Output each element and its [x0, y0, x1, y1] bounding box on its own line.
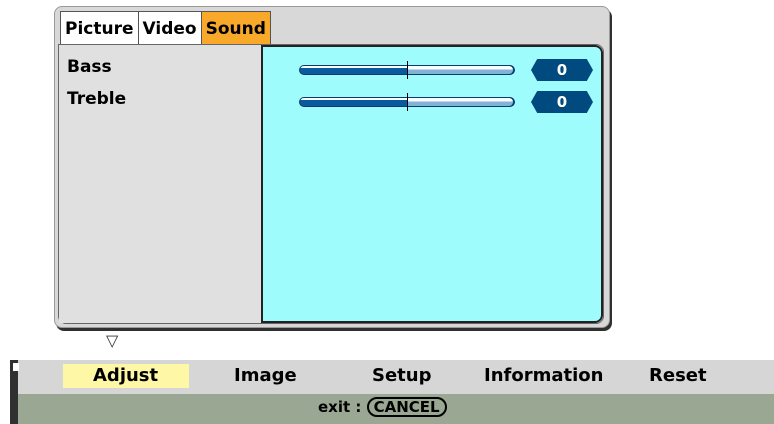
bass-slider-center-tick: [407, 61, 408, 79]
treble-label: Treble: [67, 89, 127, 109]
menu-item-adjust[interactable]: Adjust: [63, 364, 189, 388]
sound-settings-window: Picture Video Sound Bass Treble 0 0: [54, 6, 610, 328]
bass-slider-remaining: [407, 65, 514, 75]
exit-label: exit :: [318, 398, 362, 416]
bass-value-badge: 0: [531, 59, 593, 81]
menu-item-setup[interactable]: Setup: [372, 364, 431, 388]
menu-item-image[interactable]: Image: [234, 364, 297, 388]
tab-bar: Picture Video Sound: [60, 11, 271, 45]
treble-value-badge: 0: [531, 91, 593, 113]
tab-sound[interactable]: Sound: [200, 11, 271, 45]
menu-hint-row: exit : CANCEL: [10, 394, 774, 424]
settings-panel: Bass Treble 0 0: [58, 44, 604, 324]
exit-hint: exit : CANCEL: [318, 397, 447, 417]
tab-picture[interactable]: Picture: [60, 11, 139, 45]
menu-item-reset[interactable]: Reset: [649, 364, 707, 388]
treble-slider[interactable]: [299, 93, 517, 111]
treble-slider-remaining: [407, 97, 514, 107]
menu-corner-marker: [13, 363, 19, 371]
menu-item-information[interactable]: Information: [484, 364, 603, 388]
tab-video[interactable]: Video: [137, 11, 202, 45]
bass-label: Bass: [67, 57, 112, 77]
bass-slider[interactable]: [299, 61, 517, 79]
triangle-down-outline-icon: ▽: [106, 331, 119, 350]
settings-label-column: Bass Treble: [59, 45, 261, 323]
treble-slider-center-tick: [407, 93, 408, 111]
menu-items-row: Adjust Image Setup Information Reset: [10, 360, 774, 394]
cancel-key[interactable]: CANCEL: [366, 397, 447, 417]
main-menu-bar: Adjust Image Setup Information Reset exi…: [10, 360, 774, 424]
settings-value-area: 0 0: [261, 45, 603, 323]
